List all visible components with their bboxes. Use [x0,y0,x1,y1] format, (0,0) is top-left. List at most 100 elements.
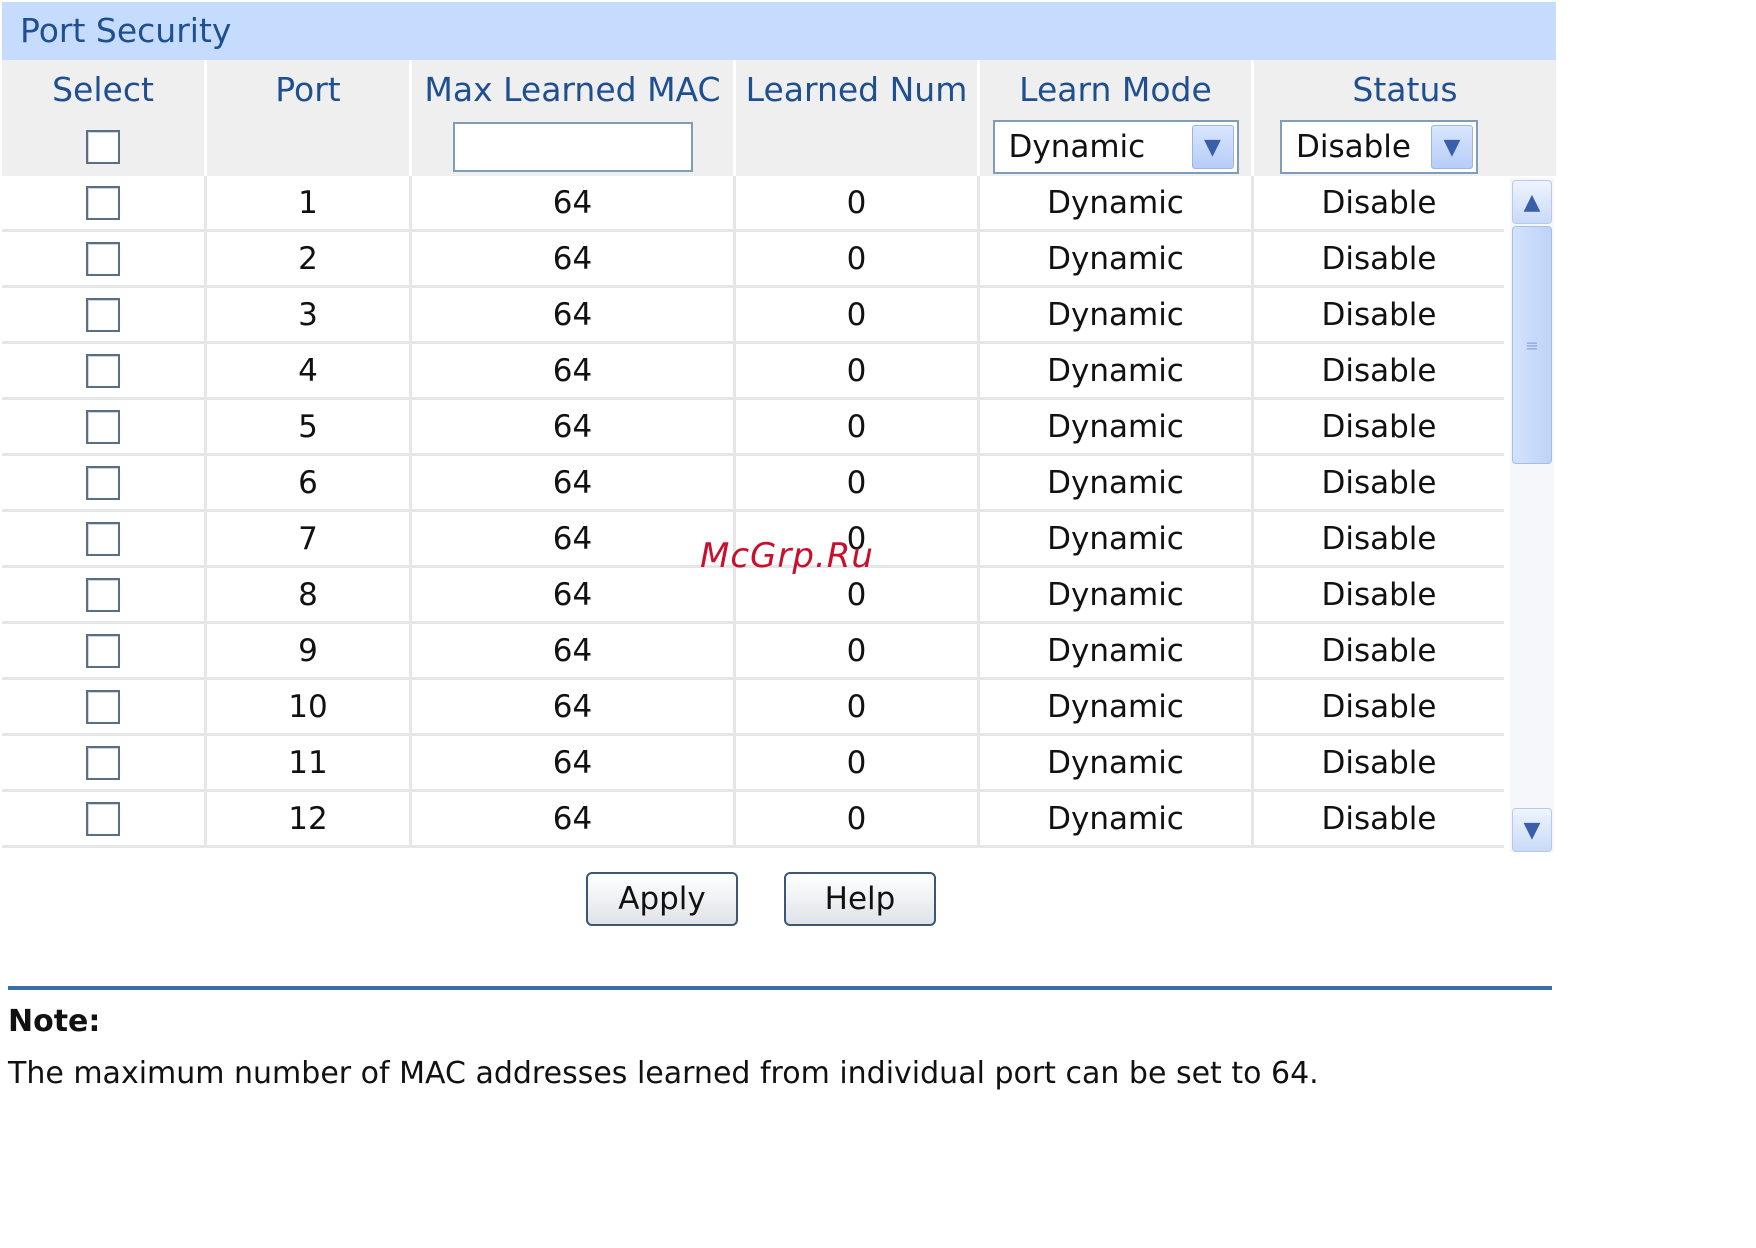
col-learned-num-header: Learned Num [736,60,980,118]
row-learn-mode: Dynamic [980,456,1254,509]
select-all-cell [2,118,207,176]
row-select-cell [2,680,207,733]
panel-title: Port Security [2,2,1556,60]
row-status: Disable [1321,408,1437,445]
status-select[interactable]: Disable ▼ [1280,120,1478,174]
apply-button[interactable]: Apply [586,872,738,926]
row-status: Disable [1321,520,1437,557]
row-learned-num: 0 [736,344,980,397]
row-learned-num: 0 [736,624,980,677]
table-row: 6 64 0 Dynamic Disable [2,456,1504,512]
row-status: Disable [1321,800,1437,837]
table-row: 11 64 0 Dynamic Disable [2,736,1504,792]
help-button[interactable]: Help [784,872,936,926]
row-select-cell [2,400,207,453]
status-select-value: Disable [1296,129,1411,165]
row-port: 4 [207,344,412,397]
row-status: Disable [1321,240,1437,277]
row-learned-num: 0 [736,456,980,509]
max-learned-cell [412,118,736,176]
select-all-checkbox[interactable] [86,130,120,164]
row-learn-mode: Dynamic [980,344,1254,397]
row-select-cell [2,176,207,229]
row-select-cell [2,512,207,565]
learn-mode-select-value: Dynamic [1008,129,1146,165]
col-select-header: Select [2,60,207,118]
row-select-cell [2,568,207,621]
row-checkbox[interactable] [86,633,120,668]
scroll-down-icon[interactable]: ▼ [1512,808,1552,852]
row-max-learned: 64 [412,400,736,453]
row-checkbox[interactable] [86,353,120,388]
row-checkbox[interactable] [86,521,120,556]
row-learn-mode: Dynamic [980,288,1254,341]
scroll-up-icon[interactable]: ▲ [1512,180,1552,224]
row-select-cell [2,792,207,845]
note-text: The maximum number of MAC addresses lear… [8,1056,1319,1091]
row-checkbox[interactable] [86,465,120,500]
status-cell: Disable ▼ [1254,118,1556,176]
table-row: 10 64 0 Dynamic Disable [2,680,1504,736]
row-select-cell [2,344,207,397]
row-max-learned: 64 [412,792,736,845]
table-row: 9 64 0 Dynamic Disable [2,624,1504,680]
chevron-down-icon[interactable]: ▼ [1191,125,1234,169]
row-status: Disable [1321,576,1437,613]
col-port-header: Port [207,60,412,118]
col-learn-mode-header: Learn Mode [980,60,1254,118]
port-table-body: 1 64 0 Dynamic Disable 2 64 0 Dynamic Disable 3 64 0… [2,176,1504,852]
watermark-text: McGrp.Ru [700,536,874,576]
row-port: 12 [207,792,412,845]
row-checkbox[interactable] [86,241,120,276]
row-checkbox[interactable] [86,409,120,444]
row-learned-num: 0 [736,680,980,733]
row-checkbox[interactable] [86,577,120,612]
row-max-learned: 64 [412,624,736,677]
row-learn-mode: Dynamic [980,736,1254,789]
row-max-learned: 64 [412,344,736,397]
row-select-cell [2,288,207,341]
row-checkbox[interactable] [86,745,120,780]
row-select-cell [2,456,207,509]
chevron-down-icon[interactable]: ▼ [1431,125,1473,169]
row-checkbox[interactable] [86,689,120,724]
row-max-learned: 64 [412,736,736,789]
row-learned-num: 0 [736,176,980,229]
row-port: 6 [207,456,412,509]
row-learned-num: 0 [736,232,980,285]
table-row: 5 64 0 Dynamic Disable [2,400,1504,456]
row-status: Disable [1321,296,1437,333]
row-max-learned: 64 [412,288,736,341]
row-port: 7 [207,512,412,565]
row-max-learned: 64 [412,512,736,565]
col-status-header: Status [1352,69,1458,109]
table-row: 8 64 0 Dynamic Disable [2,568,1504,624]
row-learn-mode: Dynamic [980,400,1254,453]
row-status: Disable [1321,688,1437,725]
row-checkbox[interactable] [86,185,120,220]
learn-mode-cell: Dynamic ▼ [980,118,1254,176]
table-row: 2 64 0 Dynamic Disable [2,232,1504,288]
max-learned-input[interactable] [452,122,693,172]
table-scrollbar[interactable]: ▲ ≡ ▼ [1510,178,1554,852]
learn-mode-select[interactable]: Dynamic ▼ [992,120,1239,174]
row-select-cell [2,736,207,789]
row-checkbox[interactable] [86,297,120,332]
row-max-learned: 64 [412,232,736,285]
row-max-learned: 64 [412,568,736,621]
row-learned-num: 0 [736,736,980,789]
row-learn-mode: Dynamic [980,512,1254,565]
row-port: 8 [207,568,412,621]
row-port: 1 [207,176,412,229]
row-learn-mode: Dynamic [980,232,1254,285]
row-port: 2 [207,232,412,285]
table-row: 1 64 0 Dynamic Disable [2,176,1504,232]
row-select-cell [2,232,207,285]
row-checkbox[interactable] [86,801,120,836]
row-learn-mode: Dynamic [980,680,1254,733]
learned-num-empty-cell [736,118,980,176]
divider [8,986,1552,990]
row-learned-num: 0 [736,288,980,341]
row-max-learned: 64 [412,456,736,509]
scroll-thumb[interactable]: ≡ [1512,226,1552,464]
